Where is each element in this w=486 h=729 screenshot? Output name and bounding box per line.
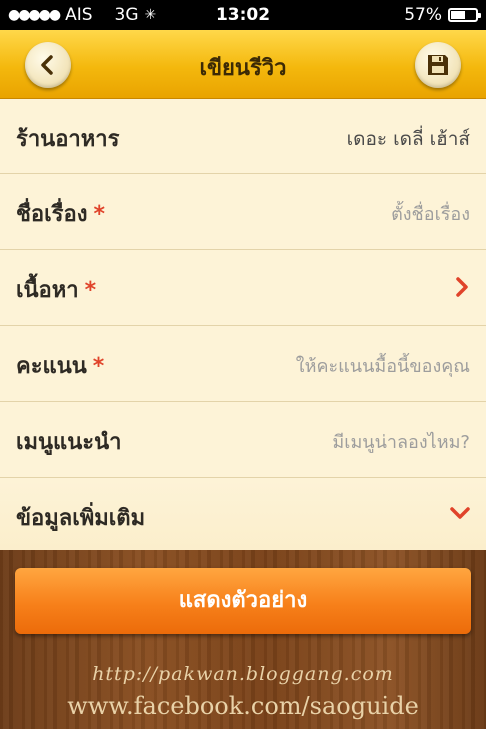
more-info-row[interactable]: ข้อมูลเพิ่มเติม bbox=[0, 478, 486, 554]
title-label: ชื่อเรื่อง * bbox=[16, 196, 105, 231]
chevron-down-icon bbox=[450, 507, 470, 519]
content-label-text: เนื้อหา bbox=[16, 278, 79, 303]
more-info-label: ข้อมูลเพิ่มเติม bbox=[16, 506, 146, 531]
preview-button[interactable]: แสดงตัวอย่าง bbox=[15, 568, 471, 634]
watermark-facebook-url: www.facebook.com/saoguide bbox=[67, 692, 419, 720]
menu-input[interactable]: มีเมนูน่าลองไหม? bbox=[332, 427, 470, 456]
wood-footer: แสดงตัวอย่าง http://pakwan.bloggang.com … bbox=[0, 550, 486, 729]
chevron-right-icon bbox=[456, 277, 468, 297]
status-right: 57% bbox=[404, 5, 481, 25]
title-label-text: ชื่อเรื่อง bbox=[16, 202, 88, 227]
rating-input[interactable]: ให้คะแนนมื้อนี้ของคุณ bbox=[296, 351, 470, 380]
battery-percent: 57% bbox=[404, 5, 442, 25]
watermark-blog-url: http://pakwan.bloggang.com bbox=[92, 663, 394, 685]
content-label: เนื้อหา * bbox=[16, 272, 96, 307]
rating-label: คะแนน * bbox=[16, 348, 104, 383]
required-marker: * bbox=[93, 202, 105, 227]
menu-row[interactable]: เมนูแนะนำ มีเมนูน่าลองไหม? bbox=[0, 402, 486, 478]
restaurant-row[interactable]: ร้านอาหาร เดอะ เดลี่ เฮ้าส์ bbox=[0, 99, 486, 174]
rating-label-text: คะแนน bbox=[16, 354, 87, 379]
floppy-disk-icon bbox=[428, 55, 448, 75]
menu-label: เมนูแนะนำ bbox=[16, 430, 122, 455]
title-row[interactable]: ชื่อเรื่อง * ตั้งชื่อเรื่อง bbox=[0, 174, 486, 250]
review-form: ร้านอาหาร เดอะ เดลี่ เฮ้าส์ ชื่อเรื่อง * … bbox=[0, 99, 486, 554]
status-bar: ●●●●● AIS 3G ✳ 13:02 57% bbox=[0, 0, 486, 30]
rating-row[interactable]: คะแนน * ให้คะแนนมื้อนี้ของคุณ bbox=[0, 326, 486, 402]
required-marker: * bbox=[92, 354, 105, 379]
content-row[interactable]: เนื้อหา * bbox=[0, 250, 486, 326]
restaurant-label: ร้านอาหาร bbox=[16, 127, 120, 152]
battery-fill bbox=[451, 11, 465, 19]
save-button[interactable] bbox=[415, 42, 461, 88]
title-input[interactable]: ตั้งชื่อเรื่อง bbox=[391, 199, 470, 228]
battery-icon bbox=[448, 8, 481, 22]
navigation-bar: เขียนรีวิว bbox=[0, 30, 486, 99]
required-marker: * bbox=[84, 278, 97, 303]
page-title: เขียนรีวิว bbox=[199, 56, 287, 81]
restaurant-value: เดอะ เดลี่ เฮ้าส์ bbox=[346, 128, 470, 150]
screen: ●●●●● AIS 3G ✳ 13:02 57% เขียนรีวิว ร้าน… bbox=[0, 0, 486, 729]
